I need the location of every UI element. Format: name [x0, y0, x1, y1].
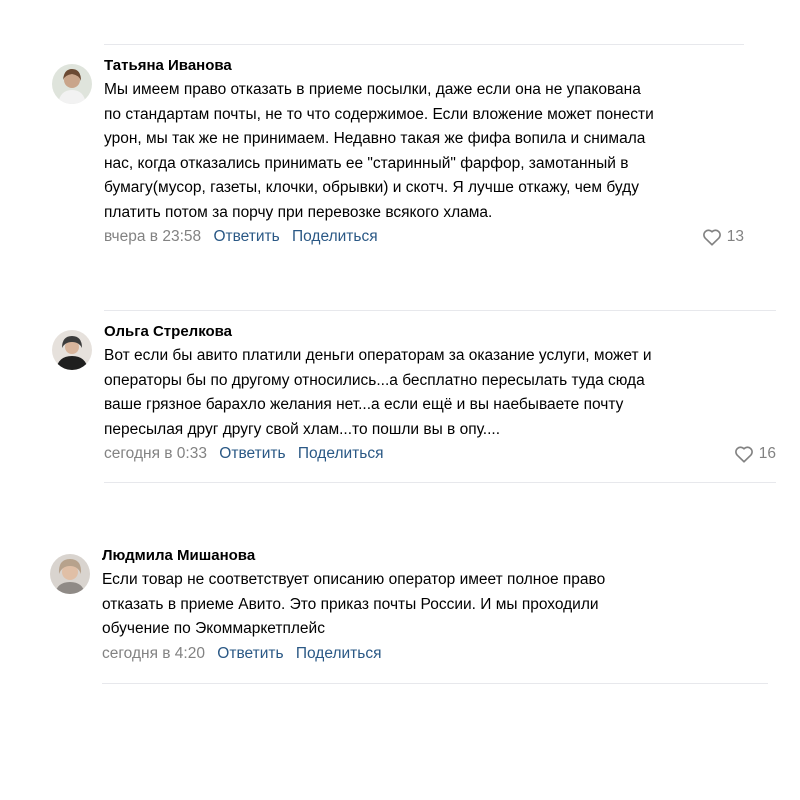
like-count: 16 — [758, 445, 776, 462]
comment-text-line: обучение по Экоммаркетплейс — [102, 620, 325, 637]
comment-text-line: Если товар не соответствует описанию опе… — [102, 571, 606, 588]
comment-text-line: Мы имеем право отказать в приеме посылки… — [104, 81, 641, 98]
comment-text: Если товар не соответствует описанию опе… — [102, 568, 768, 642]
comment-timestamp[interactable]: сегодня в 4:20 — [102, 645, 205, 662]
share-button[interactable]: Поделиться — [292, 228, 378, 245]
heart-outline-icon — [702, 229, 721, 246]
share-button[interactable]: Поделиться — [296, 645, 382, 662]
like-button[interactable]: 16 — [734, 444, 776, 464]
comment-text-line: нас, когда отказались принимать ее "стар… — [104, 154, 629, 172]
comment-body: Людмила Мишанова Если товар не соответст… — [102, 546, 768, 666]
comment-meta: сегодня в 4:20 Ответить Поделиться — [102, 644, 768, 666]
comment-body: Ольга Стрелкова Вот если бы авито платил… — [104, 322, 776, 466]
comment-text-line: отказать в приеме Авито. Это приказ почт… — [102, 595, 599, 613]
comment-divider — [102, 683, 768, 684]
comment-text-line: ваше грязное барахло желания нет...а есл… — [104, 396, 624, 413]
comments-top-divider — [104, 44, 744, 45]
reply-button[interactable]: Ответить — [219, 445, 285, 462]
avatar[interactable] — [50, 554, 90, 594]
reply-button[interactable]: Ответить — [217, 645, 283, 662]
avatar[interactable] — [52, 64, 92, 104]
comment-author[interactable]: Людмила Мишанова — [102, 546, 768, 568]
comment-author[interactable]: Ольга Стрелкова — [104, 322, 776, 344]
comment-text-line: бумагу(мусор, газеты, клочки, обрывки) и… — [104, 179, 639, 196]
like-count: 13 — [726, 228, 744, 245]
comment-author[interactable]: Татьяна Иванова — [104, 56, 744, 78]
comment-text-line: по стандартам почты, не то что содержимо… — [104, 105, 654, 123]
comment-divider — [104, 482, 776, 483]
heart-outline-icon — [734, 446, 753, 463]
comment-text-line: платить потом за порчу при перевозке вся… — [104, 203, 493, 221]
comment-text: Вот если бы авито платили деньги операто… — [104, 344, 776, 442]
avatar[interactable] — [52, 330, 92, 370]
comment-divider — [104, 310, 776, 311]
comment-text-line: урон, мы так же не принимаем. Недавно та… — [104, 130, 646, 147]
comment-text-line: операторы бы по другому относились...а б… — [104, 371, 645, 389]
comment-text-line: Вот если бы авито платили деньги операто… — [104, 347, 652, 364]
comment-text: Мы имеем право отказать в приеме посылки… — [104, 78, 744, 225]
comment-meta: вчера в 23:58 Ответить Поделиться 13 — [104, 227, 744, 249]
comment-text-line: пересылая друг другу свой хлам...то пошл… — [104, 420, 501, 438]
comment-meta: сегодня в 0:33 Ответить Поделиться 16 — [104, 444, 776, 466]
comment-timestamp[interactable]: сегодня в 0:33 — [104, 445, 207, 462]
comment-timestamp[interactable]: вчера в 23:58 — [104, 228, 201, 245]
like-button[interactable]: 13 — [702, 227, 744, 247]
comment-body: Татьяна Иванова Мы имеем право отказать … — [104, 56, 744, 249]
share-button[interactable]: Поделиться — [298, 445, 384, 462]
reply-button[interactable]: Ответить — [213, 228, 279, 245]
